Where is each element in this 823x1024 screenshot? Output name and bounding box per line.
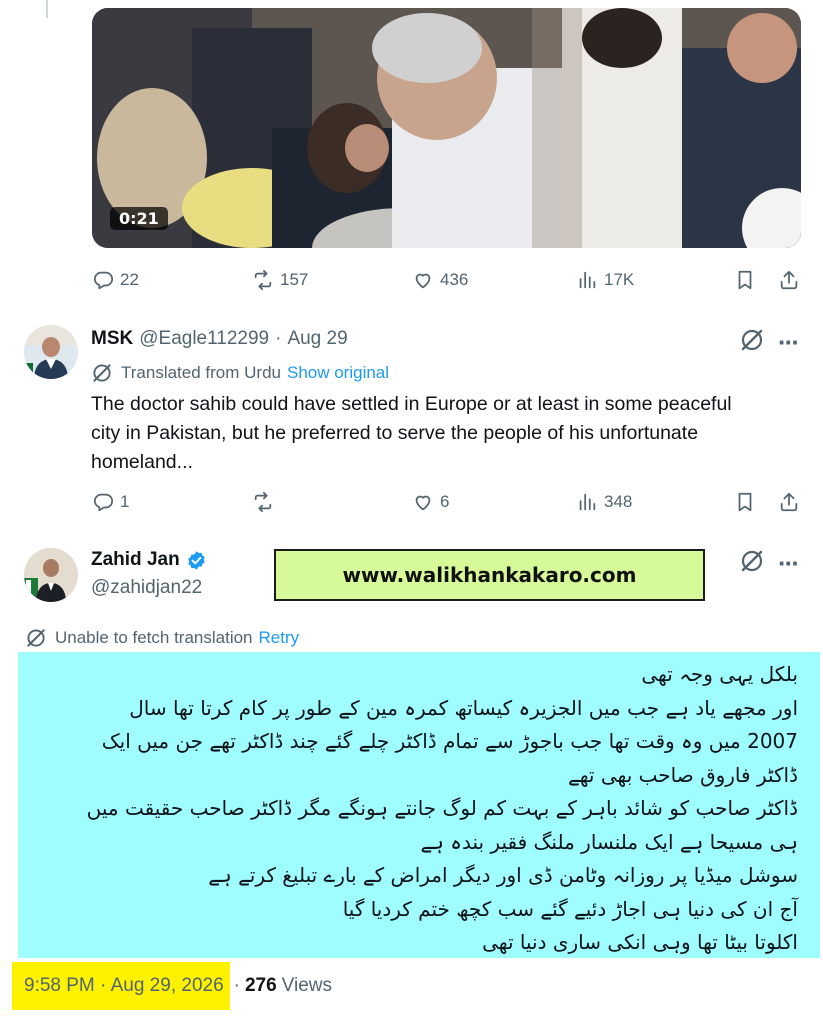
translated-label: Translated from Urdu: [121, 363, 281, 382]
tweet2-header: MSK @Eagle112299 · Aug 29: [91, 328, 348, 350]
verified-badge-icon: [187, 550, 205, 570]
urdu-text-line: اکلوتا بیٹا تھا وہی انکی ساری دنیا تھی: [482, 930, 798, 954]
author-name[interactable]: MSK: [91, 328, 133, 350]
urdu-text-line: اور مجھے یاد ہے جب میں الجزیرہ کیساتھ کم…: [129, 695, 798, 720]
grok-icon: [27, 629, 45, 647]
author-handle[interactable]: @zahidjan22: [91, 577, 202, 599]
translation-notice: Translated from Urdu Show original: [91, 362, 389, 384]
heart-icon: [415, 495, 431, 511]
tweet2-text: The doctor sahib could have settled in E…: [91, 390, 801, 477]
author-handle[interactable]: @Eagle112299: [139, 328, 269, 350]
author-name[interactable]: Zahid Jan: [91, 549, 180, 571]
bookmark-icon: [738, 492, 752, 512]
translation-error-label: Unable to fetch translation: [55, 628, 253, 647]
urdu-text-line: ڈاکٹر صاحب کو شائد باہر کے بہت کم لوگ جا…: [86, 796, 798, 820]
views-count: 276: [244, 975, 277, 996]
share-icon: [780, 492, 798, 512]
tweet-date[interactable]: Aug 29: [287, 328, 347, 350]
footer-separator: ·: [233, 975, 240, 996]
avatar-msk[interactable]: [24, 325, 78, 379]
tweet3-urdu-text: بلکل یہی وجہ تھی اور مجھے یاد ہے جب میں …: [18, 652, 820, 958]
grok-icon[interactable]: [739, 548, 765, 574]
like-count: 6: [440, 492, 450, 511]
like-button[interactable]: 6: [412, 487, 449, 517]
tweet-text-line: city in Pakistan, but he preferred to se…: [91, 422, 699, 444]
avatar-image: [24, 548, 78, 602]
reply-button[interactable]: 22: [92, 265, 139, 295]
tweet2-action-bar: 1 6 348: [92, 487, 802, 517]
retry-link[interactable]: Retry: [259, 628, 300, 648]
reply-icon: [93, 271, 114, 290]
views-chart-icon: [579, 271, 596, 289]
bookmark-icon: [738, 270, 752, 290]
reply-count: 1: [120, 492, 130, 511]
avatar-zahid-jan[interactable]: [24, 548, 78, 602]
views-button[interactable]: 17K: [576, 265, 634, 295]
urdu-text-line: آج ان کی دنیا ہی اجاڑ دئیے گئے سب کچھ خت…: [342, 896, 798, 921]
views-button[interactable]: 348: [576, 487, 632, 517]
grok-icon[interactable]: [739, 327, 765, 353]
repost-button[interactable]: 157: [252, 265, 308, 295]
more-options-icon[interactable]: ···: [778, 550, 800, 576]
like-count: 436: [440, 270, 469, 289]
translation-error-notice: Unable to fetch translation Retry: [25, 627, 299, 649]
share-button[interactable]: [778, 487, 800, 517]
video-duration: 0:21: [110, 207, 168, 230]
more-options-icon[interactable]: ···: [778, 329, 800, 355]
video-frame: [92, 8, 801, 248]
thread-connector-line: [46, 0, 48, 18]
views-count: 17K: [604, 270, 635, 289]
reply-icon: [93, 493, 114, 512]
video-player[interactable]: 0:21: [92, 8, 801, 248]
heart-icon: [415, 273, 431, 289]
watermark-banner: www.walikhankakaro.com: [274, 549, 705, 601]
reply-count: 22: [120, 270, 139, 289]
grok-icon: [93, 364, 111, 382]
views-label: Views: [281, 975, 333, 996]
tweet3-name-row: Zahid Jan: [91, 549, 207, 571]
header-separator: ·: [275, 328, 282, 349]
reply-button[interactable]: 1: [92, 487, 129, 517]
repost-icon: [254, 491, 272, 513]
repost-button[interactable]: [252, 487, 280, 517]
urdu-text-line: ہی مسیحا ہے ایک ملنسار ملنگ فقیر بندہ ہے: [420, 829, 798, 854]
urdu-text-line: بلکل یہی وجہ تھی: [641, 662, 798, 686]
show-original-link[interactable]: Show original: [287, 363, 389, 383]
urdu-text-line: ڈاکٹر فاروق صاحب بھی تھے: [567, 762, 798, 787]
bookmark-button[interactable]: [734, 265, 756, 295]
repost-count: 157: [280, 270, 309, 289]
tweet3-footer: 9:58 PM · Aug 29, 2026 · 276 Views: [12, 962, 332, 1010]
avatar-image: [24, 325, 78, 379]
share-button[interactable]: [778, 265, 800, 295]
views-count: 348: [604, 492, 633, 511]
urdu-text-line: سوشل میڈیا پر روزانہ وٹامن ڈی اور دیگر ا…: [208, 863, 798, 887]
urdu-text-line: 2007 میں وہ وقت تھا جب باجوڑ سے تمام ڈاک…: [101, 729, 798, 753]
tweet-text-line: The doctor sahib could have settled in E…: [91, 393, 732, 415]
views-chart-icon: [579, 493, 596, 511]
bookmark-button[interactable]: [734, 487, 756, 517]
tweet-text-line: homeland...: [91, 451, 193, 473]
tweet1-action-bar: 22 157 436 17K: [92, 265, 802, 295]
tweet-timestamp[interactable]: 9:58 PM · Aug 29, 2026: [12, 962, 230, 1010]
repost-icon: [254, 269, 272, 291]
like-button[interactable]: 436: [412, 265, 468, 295]
share-icon: [780, 270, 798, 290]
